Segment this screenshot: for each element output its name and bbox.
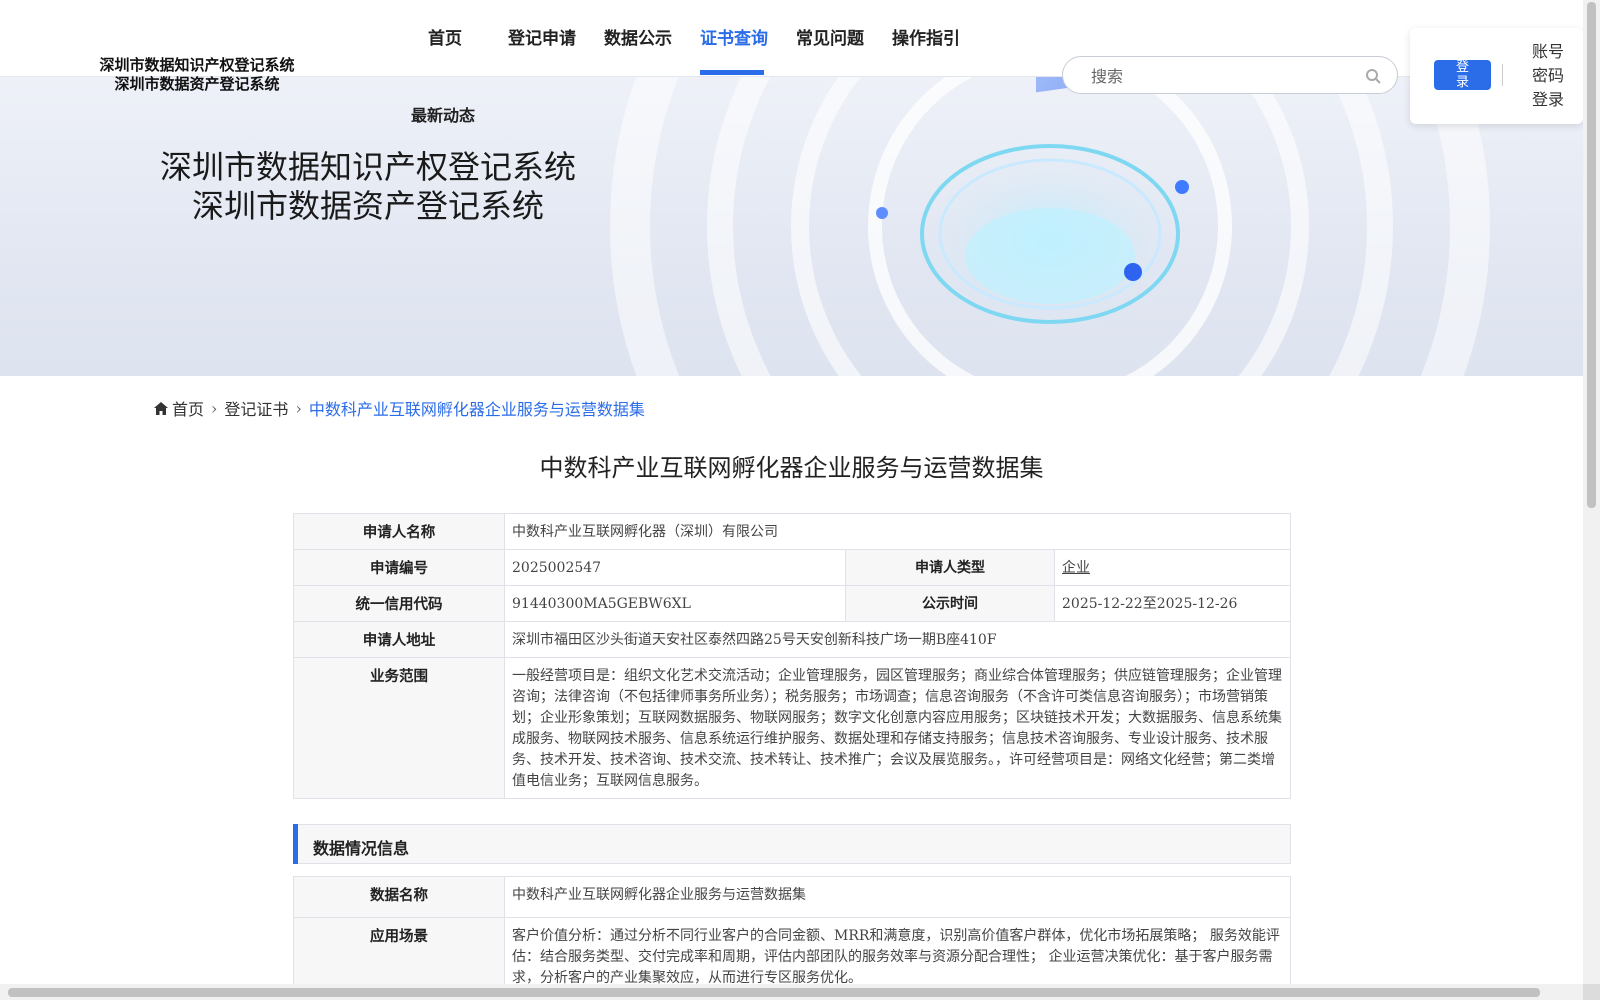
applicant-type-label: 申请人类型 [845,549,1055,586]
data-name-label: 数据名称 [293,876,505,918]
vertical-scrollbar-thumb[interactable] [1587,2,1596,508]
applicant-address-label: 申请人地址 [293,621,505,658]
nav-data-publicity[interactable]: 数据公示 [604,24,672,49]
credit-code-label: 统一信用代码 [293,585,505,622]
vertical-scrollbar[interactable] [1583,0,1600,1000]
banner-title: 深圳市数据知识产权登记系统 深圳市数据资产登记系统 [158,148,578,226]
page-title: 中数科产业互联网孵化器企业服务与运营数据集 [539,454,1044,482]
table-row: 应用场景 客户价值分析：通过分析不同行业客户的合同金额、MRR和满意度，识别高价… [293,917,1291,984]
page: 深圳市数据知识产权登记系统 深圳市数据资产登记系统 首页 登记申请 数据公示 证… [0,0,1583,984]
nav-home[interactable]: 首页 [428,24,462,49]
applicant-address-value: 深圳市福田区沙头街道天安社区泰然四路25号天安创新科技广场一期B座410F [504,621,1291,658]
breadcrumb-current: 中数科产业互联网孵化器企业服务与运营数据集 [308,400,645,419]
chevron-right-icon: › [211,398,218,418]
business-scope-value: 一般经营项目是：组织文化艺术交流活动；企业管理服务，园区管理服务；商业综合体管理… [504,657,1291,799]
table-row: 数据名称 中数科产业互联网孵化器企业服务与运营数据集 [293,876,1291,918]
applicant-name-value: 中数科产业互联网孵化器（深圳）有限公司 [504,513,1291,550]
applicant-type-value: 企业 [1054,549,1291,586]
section-accent-bar [293,824,298,864]
search-input[interactable] [1089,63,1353,89]
application-number-label: 申请编号 [293,549,505,586]
data-info-table: 数据名称 中数科产业互联网孵化器企业服务与运营数据集 应用场景 客户价值分析：通… [293,876,1291,984]
business-scope-label: 业务范围 [293,657,505,799]
nav-certificate-query[interactable]: 证书查询 [700,24,768,49]
search-box [1062,56,1398,94]
nav-latest-news[interactable]: 最新动态 [411,102,475,126]
credit-code-value: 91440300MA5GEBW6XL [504,585,846,622]
applicant-type-text: 企业 [1062,560,1090,576]
hero-banner: 深圳市数据知识产权登记系统 深圳市数据资产登记系统 [0,76,1583,376]
data-name-value: 中数科产业互联网孵化器企业服务与运营数据集 [504,876,1291,918]
data-info-section-header: 数据情况信息 [293,824,1291,864]
logo-line-2: 深圳市数据资产登记系统 [114,75,280,93]
nav-guide[interactable]: 操作指引 [892,24,960,49]
table-row: 申请人地址 深圳市福田区沙头街道天安社区泰然四路25号天安创新科技广场一期B座4… [293,621,1291,658]
section-title: 数据情况信息 [313,839,410,858]
nav-faq[interactable]: 常见问题 [796,24,864,49]
search-icon[interactable] [1365,68,1381,84]
publicity-time-label: 公示时间 [845,585,1055,622]
table-row: 业务范围 一般经营项目是：组织文化艺术交流活动；企业管理服务，园区管理服务；商业… [293,657,1291,799]
table-row: 统一信用代码 91440300MA5GEBW6XL 公示时间 2025-12-2… [293,585,1291,622]
breadcrumb-certificates[interactable]: 登记证书 [224,400,288,419]
banner-title-line-2: 深圳市数据资产登记系统 [191,187,544,225]
publicity-time-value: 2025-12-22至2025-12-26 [1054,585,1291,622]
login-separator [1502,64,1503,86]
home-icon [154,401,168,415]
nav-register-apply[interactable]: 登记申请 [508,24,576,49]
applicant-info-table: 申请人名称 中数科产业互联网孵化器（深圳）有限公司 申请编号 202500254… [293,513,1291,799]
site-logo[interactable]: 深圳市数据知识产权登记系统 深圳市数据资产登记系统 [94,56,300,94]
breadcrumb-home[interactable]: 首页 [172,400,204,419]
horizontal-scrollbar-thumb[interactable] [8,988,1540,997]
scrollbar-corner [1583,984,1600,1000]
login-button[interactable]: 登录 [1434,60,1491,90]
login-panel: 登录 账号密码登录 [1410,28,1583,124]
account-password-login-link[interactable]: 账号密码登录 [1528,40,1568,112]
logo-line-1: 深圳市数据知识产权登记系统 [99,56,295,74]
application-scenario-label: 应用场景 [293,917,505,984]
banner-title-line-1: 深圳市数据知识产权登记系统 [159,148,576,186]
active-nav-indicator [700,70,764,75]
breadcrumb: 首页 › 登记证书 › 中数科产业互联网孵化器企业服务与运营数据集 [154,396,645,420]
chevron-right-icon: › [295,398,302,418]
application-scenario-value: 客户价值分析：通过分析不同行业客户的合同金额、MRR和满意度，识别高价值客户群体… [504,917,1291,984]
table-row: 申请人名称 中数科产业互联网孵化器（深圳）有限公司 [293,513,1291,550]
applicant-name-label: 申请人名称 [293,513,505,550]
application-number-value: 2025002547 [504,549,846,586]
banner-illustration [610,76,1490,376]
horizontal-scrollbar[interactable] [0,984,1583,1000]
table-row: 申请编号 2025002547 申请人类型 企业 [293,549,1291,586]
